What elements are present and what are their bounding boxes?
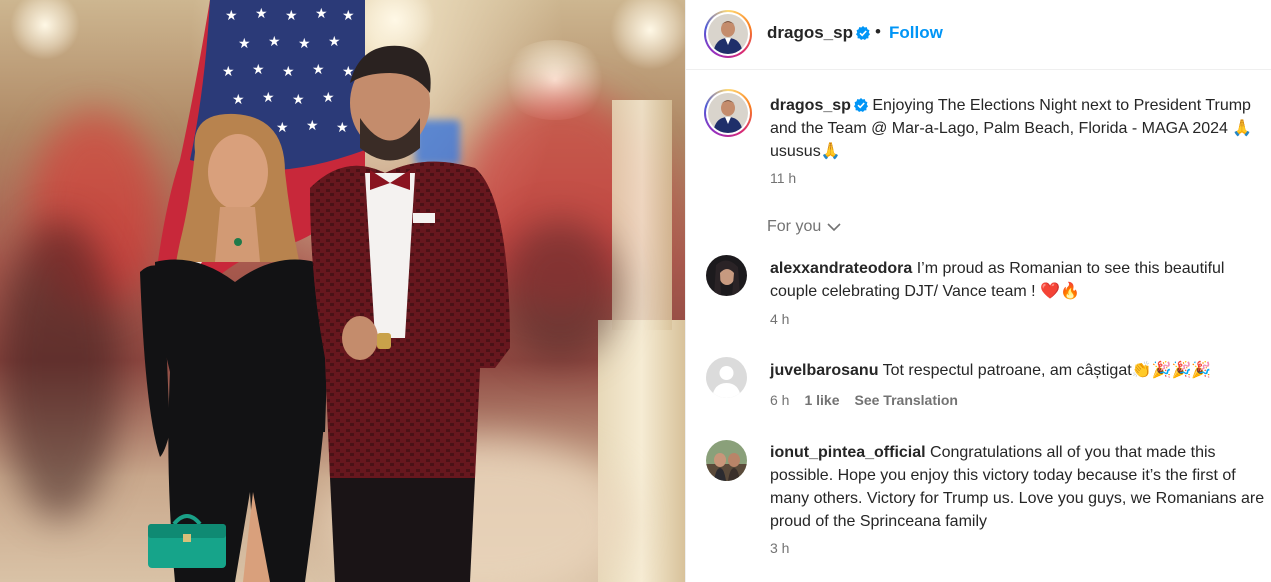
chandelier: [610, 0, 685, 70]
guests: [0, 220, 120, 520]
column: [612, 100, 672, 330]
comment-username[interactable]: ionut_pintea_official: [770, 444, 926, 461]
sort-label: For you: [767, 218, 822, 235]
comment-text: alexxandrateodora I’m proud as Romanian …: [770, 257, 1270, 303]
author-username[interactable]: dragos_sp: [767, 23, 870, 43]
svg-text:★: ★: [292, 92, 305, 108]
svg-text:★: ★: [232, 92, 245, 108]
svg-text:★: ★: [255, 6, 268, 22]
author-avatar[interactable]: [704, 10, 752, 58]
comment-meta: 3 h: [770, 540, 789, 556]
caption-username[interactable]: dragos_sp: [770, 97, 851, 114]
post-photo[interactable]: ★★★★★ ★★★★ ★★★★★ ★★★★ ★★★★★: [0, 0, 685, 582]
svg-text:★: ★: [285, 8, 298, 24]
svg-text:★: ★: [238, 36, 251, 52]
commenter-avatar[interactable]: [706, 255, 747, 296]
comment-username[interactable]: alexxandrateodora: [770, 260, 912, 277]
verified-badge-icon: [855, 26, 870, 40]
comment-meta: 4 h: [770, 311, 789, 327]
separator-dot: •: [875, 22, 881, 41]
svg-text:★: ★: [222, 64, 235, 80]
comment-sort-dropdown[interactable]: For you: [767, 218, 841, 236]
comment-meta: 6 h 1 like See Translation: [770, 392, 958, 408]
chevron-down-icon: [827, 222, 841, 231]
handbag: [148, 514, 226, 568]
svg-text:★: ★: [225, 8, 238, 24]
caption-text: dragos_sp Enjoying The Elections Night n…: [770, 94, 1270, 163]
avatar-icon: [708, 14, 748, 54]
caption-timestamp[interactable]: 11 h: [770, 170, 796, 186]
caption-author-avatar[interactable]: [704, 89, 752, 137]
default-avatar-icon[interactable]: [706, 357, 747, 398]
svg-text:★: ★: [282, 64, 295, 80]
username-text: dragos_sp: [767, 23, 853, 42]
chandelier: [10, 0, 80, 60]
svg-text:★: ★: [315, 6, 328, 22]
comment-timestamp[interactable]: 4 h: [770, 311, 789, 327]
comment-timestamp[interactable]: 6 h: [770, 392, 789, 408]
comment-username[interactable]: juvelbarosanu: [770, 362, 878, 379]
follow-button[interactable]: Follow: [889, 23, 943, 43]
verified-badge-icon: [853, 98, 868, 112]
comment-text: ionut_pintea_official Congratulations al…: [770, 441, 1270, 533]
post-header: dragos_sp • Follow: [686, 0, 1271, 70]
comment-timestamp[interactable]: 3 h: [770, 540, 789, 556]
comment-body: Tot respectul patroane, am câștigat👏🎉🎉🎉: [882, 362, 1212, 379]
post-details-panel: dragos_sp • Follow dragos_sp Enjoying Th…: [685, 0, 1271, 582]
svg-text:★: ★: [262, 90, 275, 106]
man-figure: [310, 45, 510, 582]
svg-text:★: ★: [342, 8, 355, 24]
svg-text:★: ★: [268, 34, 281, 50]
avatar-icon: [708, 93, 748, 133]
comment-text: juvelbarosanu Tot respectul patroane, am…: [770, 359, 1270, 382]
see-translation-button[interactable]: See Translation: [855, 392, 958, 408]
commenter-avatar[interactable]: [706, 440, 747, 481]
comment-likes[interactable]: 1 like: [804, 392, 839, 408]
svg-text:★: ★: [252, 62, 265, 78]
